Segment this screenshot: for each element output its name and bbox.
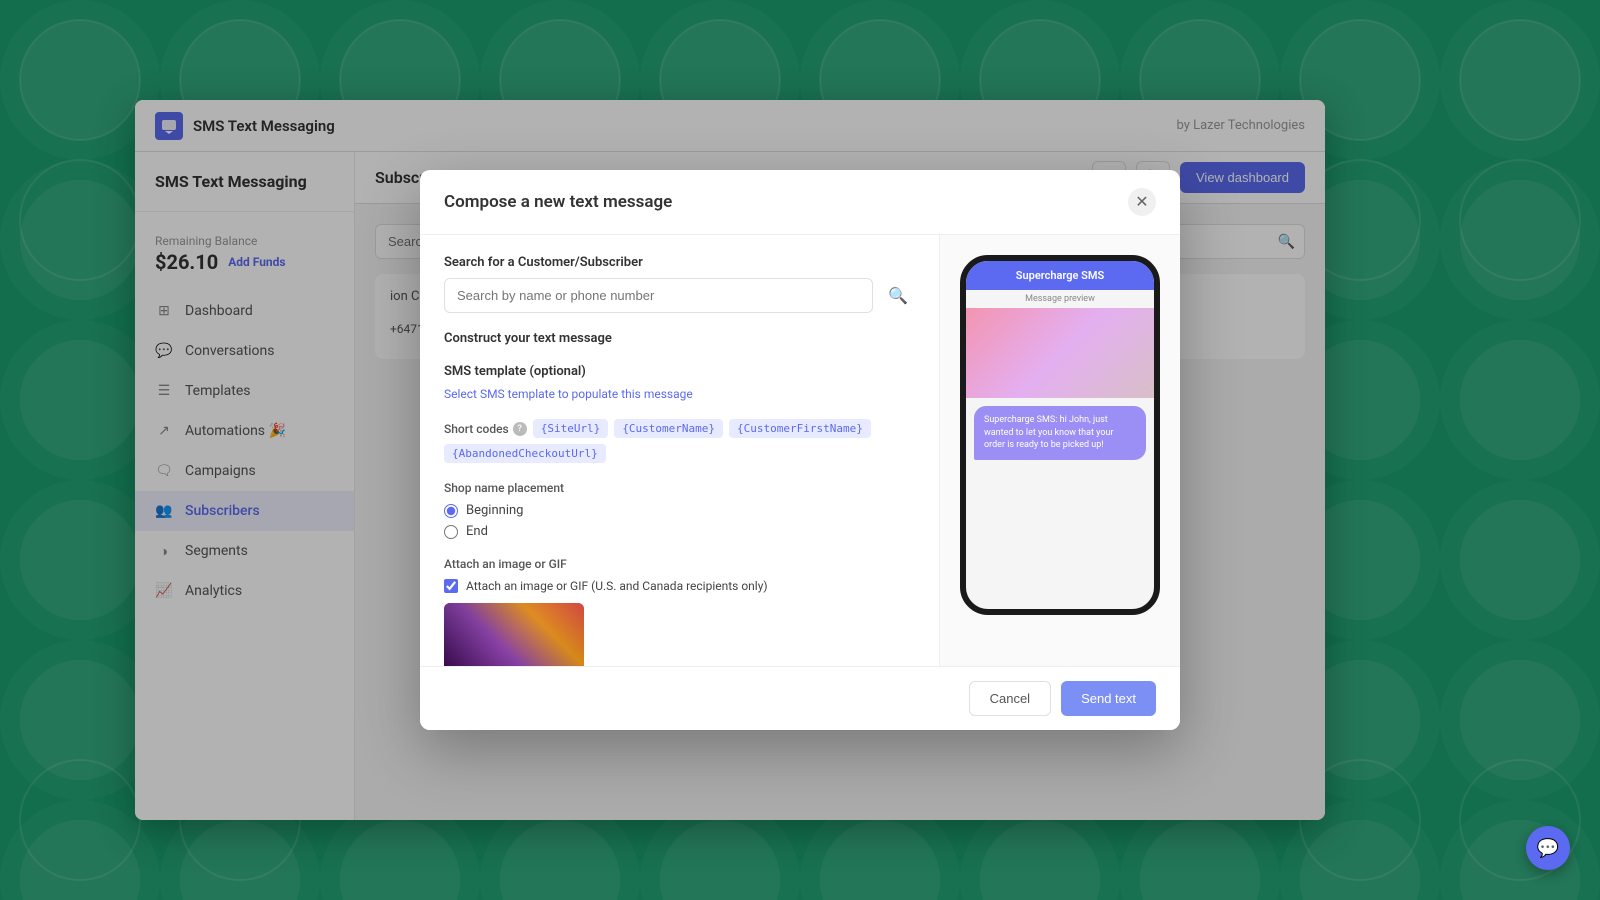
- code-chip-abandonedcheckouturl[interactable]: {AbandonedCheckoutUrl}: [444, 444, 606, 463]
- phone-image-overlay: [966, 308, 1154, 398]
- chat-support-button[interactable]: 💬: [1526, 826, 1570, 870]
- template-section: SMS template (optional) Select SMS templ…: [444, 364, 915, 401]
- placement-label: Shop name placement: [444, 481, 915, 495]
- code-chip-customername[interactable]: {CustomerName}: [614, 419, 723, 438]
- modal-left-panel: Search for a Customer/Subscriber 🔍 Const…: [420, 235, 940, 666]
- compose-modal: Compose a new text message ✕ Search for …: [420, 170, 1180, 730]
- phone-bubble: Supercharge SMS: hi John, just wanted to…: [974, 406, 1146, 460]
- modal-right-panel: Supercharge SMS Message preview Supercha…: [940, 235, 1180, 666]
- phone-preview: Supercharge SMS Message preview Supercha…: [960, 255, 1160, 615]
- attach-checkbox[interactable]: [444, 579, 458, 593]
- code-chip-customerfirstname[interactable]: {CustomerFirstName}: [729, 419, 871, 438]
- chat-support-icon: 💬: [1537, 838, 1559, 859]
- modal-close-button[interactable]: ✕: [1128, 188, 1156, 216]
- template-label: SMS template (optional): [444, 364, 915, 379]
- placement-end[interactable]: End: [444, 524, 915, 539]
- cancel-button[interactable]: Cancel: [969, 681, 1051, 716]
- placement-beginning[interactable]: Beginning: [444, 503, 915, 518]
- gif-preview-inner: [444, 603, 584, 666]
- info-icon: ?: [513, 422, 527, 436]
- short-codes-label: Short codes ?: [444, 422, 527, 436]
- search-customer-section: Search for a Customer/Subscriber 🔍: [444, 255, 915, 313]
- modal-header: Compose a new text message ✕: [420, 170, 1180, 235]
- construct-label: Construct your text message: [444, 331, 915, 346]
- phone-header: Supercharge SMS: [966, 261, 1154, 290]
- modal-overlay: Compose a new text message ✕ Search for …: [0, 0, 1600, 900]
- phone-subheader: Message preview: [966, 290, 1154, 308]
- code-chip-siteurl[interactable]: {SiteUrl}: [533, 419, 609, 438]
- short-codes-section: Short codes ? {SiteUrl} {CustomerName} {…: [444, 419, 915, 463]
- phone-screen: Supercharge SMS Message preview Supercha…: [966, 261, 1154, 609]
- customer-search-input[interactable]: [444, 278, 873, 313]
- attach-section: Attach an image or GIF Attach an image o…: [444, 557, 915, 666]
- placement-beginning-radio[interactable]: [444, 504, 458, 518]
- modal-title: Compose a new text message: [444, 192, 672, 212]
- customer-search-button[interactable]: 🔍: [881, 279, 915, 313]
- modal-body: Search for a Customer/Subscriber 🔍 Const…: [420, 235, 1180, 666]
- placement-end-radio[interactable]: [444, 525, 458, 539]
- attach-checkbox-row[interactable]: Attach an image or GIF (U.S. and Canada …: [444, 579, 915, 593]
- search-customer-label: Search for a Customer/Subscriber: [444, 255, 915, 270]
- customer-search-field: 🔍: [444, 278, 915, 313]
- send-text-button[interactable]: Send text: [1061, 681, 1156, 716]
- phone-image: [966, 308, 1154, 398]
- modal-footer: Cancel Send text: [420, 666, 1180, 730]
- placement-section: Shop name placement Beginning End: [444, 481, 915, 539]
- construct-section: Construct your text message: [444, 331, 915, 346]
- short-codes-row: Short codes ? {SiteUrl} {CustomerName} {…: [444, 419, 915, 463]
- attach-checkbox-label: Attach an image or GIF (U.S. and Canada …: [466, 579, 768, 593]
- template-select-link[interactable]: Select SMS template to populate this mes…: [444, 387, 915, 401]
- gif-preview: [444, 603, 584, 666]
- attach-label: Attach an image or GIF: [444, 557, 915, 571]
- placement-radio-group: Beginning End: [444, 503, 915, 539]
